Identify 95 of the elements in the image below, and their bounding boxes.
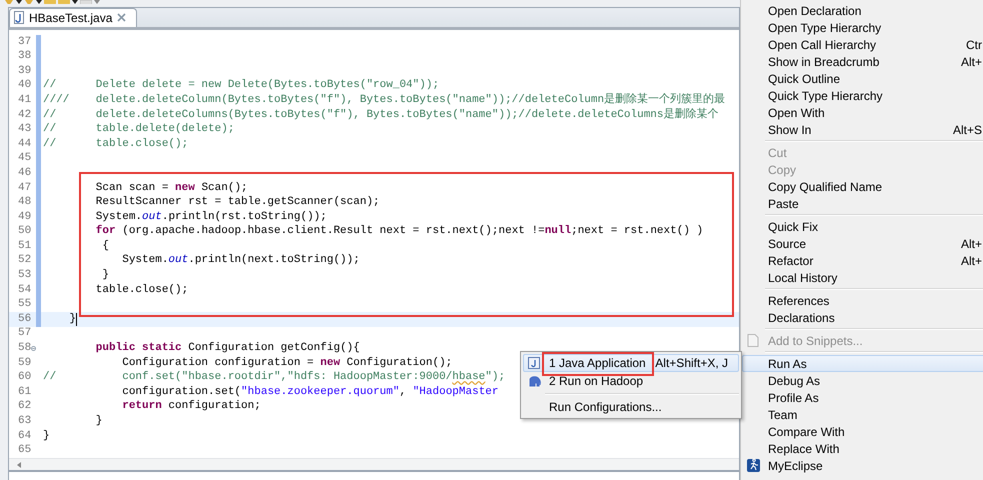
code-line: System.out.println(rst.toString());: [94, 210, 327, 224]
line-number: 58: [18, 342, 31, 356]
line-number: 64: [18, 430, 31, 443]
menu-item[interactable]: Profile As: [742, 389, 983, 406]
line-number: 57: [18, 327, 31, 340]
menu-item[interactable]: Open Declaration: [742, 2, 983, 19]
line-number: 46: [18, 166, 31, 180]
line-number: 55: [18, 298, 31, 312]
menu-item[interactable]: Compare With: [742, 423, 983, 440]
code-line: Configuration configuration = new Configuration();: [121, 356, 452, 370]
line-number: 52: [18, 254, 31, 268]
menu-item[interactable]: Quick Outline: [742, 70, 983, 87]
line-number: 49: [18, 210, 31, 224]
line-number: 48: [18, 196, 31, 210]
menu-item[interactable]: Quick Type Hierarchy: [742, 87, 983, 104]
caret-icon[interactable]: [16, 0, 22, 4]
menu-item[interactable]: Debug As: [742, 372, 983, 389]
line-number: 51: [18, 240, 31, 253]
code-line: // delete.deleteColumns(Bytes.toBytes("f"), Bytes.toBytes("name"));//delete.deleteColumns是删除某个: [42, 108, 719, 122]
menu-item[interactable]: Paste: [742, 195, 983, 212]
shortcut-label: Alt+: [960, 236, 982, 250]
left-arrow-icon[interactable]: [17, 462, 21, 468]
code-line: }: [42, 430, 50, 443]
text-cursor: [76, 312, 78, 326]
code-line: configuration.set("hbase.zookeeper.quorum", "HadoopMaster: [121, 386, 499, 399]
line-number: 60: [18, 371, 31, 384]
editor-tab[interactable]: HBaseTest.java: [9, 8, 138, 27]
menu-item[interactable]: Open Call Hierarchy Ctr: [742, 36, 983, 53]
menu-item[interactable]: Copy Qualified Name: [742, 178, 983, 195]
line-number: 37: [18, 36, 31, 49]
line-number: 59: [18, 356, 31, 370]
code-line: return configuration;: [121, 400, 261, 414]
code-line: for (org.apache.hadoop.hbase.client.Result next = rst.next();next !=null;next = rst.next() ): [94, 225, 704, 238]
elephant-icon: [528, 375, 541, 387]
shortcut-label: Alt+S: [952, 122, 982, 136]
menu-item[interactable]: 2 Run on Hadoop: [523, 372, 739, 390]
menu-item[interactable]: Declarations: [742, 309, 983, 326]
code-line: table.close();: [94, 284, 188, 297]
line-number: 65: [18, 444, 31, 458]
line-number: 54: [18, 284, 31, 297]
menu-item[interactable]: Open Type Hierarchy: [742, 19, 983, 36]
code-line: // table.delete(delete);: [42, 123, 234, 136]
fold-icon[interactable]: [31, 346, 36, 352]
shortcut-label: Alt+: [960, 254, 982, 268]
menu-item[interactable]: Show in Breadcrumb Alt+: [742, 53, 983, 70]
menu-item[interactable]: Run Configurations...: [523, 398, 739, 416]
shortcut-label: Ctr: [966, 38, 982, 52]
line-number: 44: [18, 138, 31, 151]
menu-item[interactable]: Run As: [742, 355, 983, 372]
code-line: // conf.set("hbase.rootdir","hdfs: HadoopMaster:9000/hbase");: [42, 371, 506, 384]
code-line: ResultScanner rst = table.getScanner(scan);: [94, 196, 380, 210]
menu-item[interactable]: MyEclipse: [742, 457, 983, 474]
menu-item[interactable]: Local History: [742, 269, 983, 286]
line-number: 45: [18, 152, 31, 166]
line-number: 56: [18, 312, 31, 326]
line-number: 40: [18, 79, 31, 92]
code-line: // table.close();: [42, 138, 188, 151]
code-line: }: [68, 312, 76, 326]
shortcut-label: Alt+: [960, 54, 982, 68]
line-number: 53: [18, 269, 31, 282]
code-line: Scan scan = new Scan();: [94, 182, 248, 195]
code-line: }: [101, 269, 110, 282]
java-file-icon: [14, 11, 24, 24]
caret-icon[interactable]: [36, 0, 42, 4]
line-number: 50: [18, 225, 31, 238]
menu-item[interactable]: Refactor Alt+: [742, 252, 983, 269]
line-number: 42: [18, 108, 31, 122]
code-line: }: [94, 415, 102, 428]
line-number: 43: [18, 123, 31, 136]
code-line: System.out.println(next.toString());: [121, 254, 360, 268]
code-line: public static Configuration getConfig(){: [94, 342, 360, 356]
menu-item[interactable]: References: [742, 292, 983, 309]
line-number: 41: [18, 94, 31, 107]
caret-icon[interactable]: [72, 0, 78, 4]
shortcut-label: Alt+Shift+X, J: [655, 356, 729, 370]
menu-item[interactable]: Source Alt+: [742, 235, 983, 252]
line-number: 47: [18, 182, 31, 195]
java-app-icon: [528, 357, 540, 369]
line-number: 61: [18, 386, 31, 399]
code-line: //// delete.deleteColumn(Bytes.toBytes("f"), Bytes.toBytes("name"));//deleteColumn是删除某一个列簇里的最: [42, 94, 726, 107]
menu-item[interactable]: Replace With: [742, 440, 983, 457]
line-number: 62: [18, 400, 31, 414]
menu-item[interactable]: Team: [742, 406, 983, 423]
line-number: 38: [18, 50, 31, 64]
close-icon[interactable]: [117, 13, 126, 22]
code-line: {: [101, 240, 110, 253]
menu-item[interactable]: Show In Alt+S: [742, 121, 983, 138]
line-number: 39: [18, 64, 31, 78]
menu-item[interactable]: Quick Fix: [742, 218, 983, 235]
document-icon: [747, 334, 759, 347]
menu-item[interactable]: Open With: [742, 104, 983, 121]
horizontal-scrollbar[interactable]: [9, 458, 739, 472]
code-line: // Delete delete = new Delete(Bytes.toBytes("row_04"));: [42, 79, 440, 92]
line-number: 63: [18, 415, 31, 428]
runner-icon: [747, 459, 760, 472]
